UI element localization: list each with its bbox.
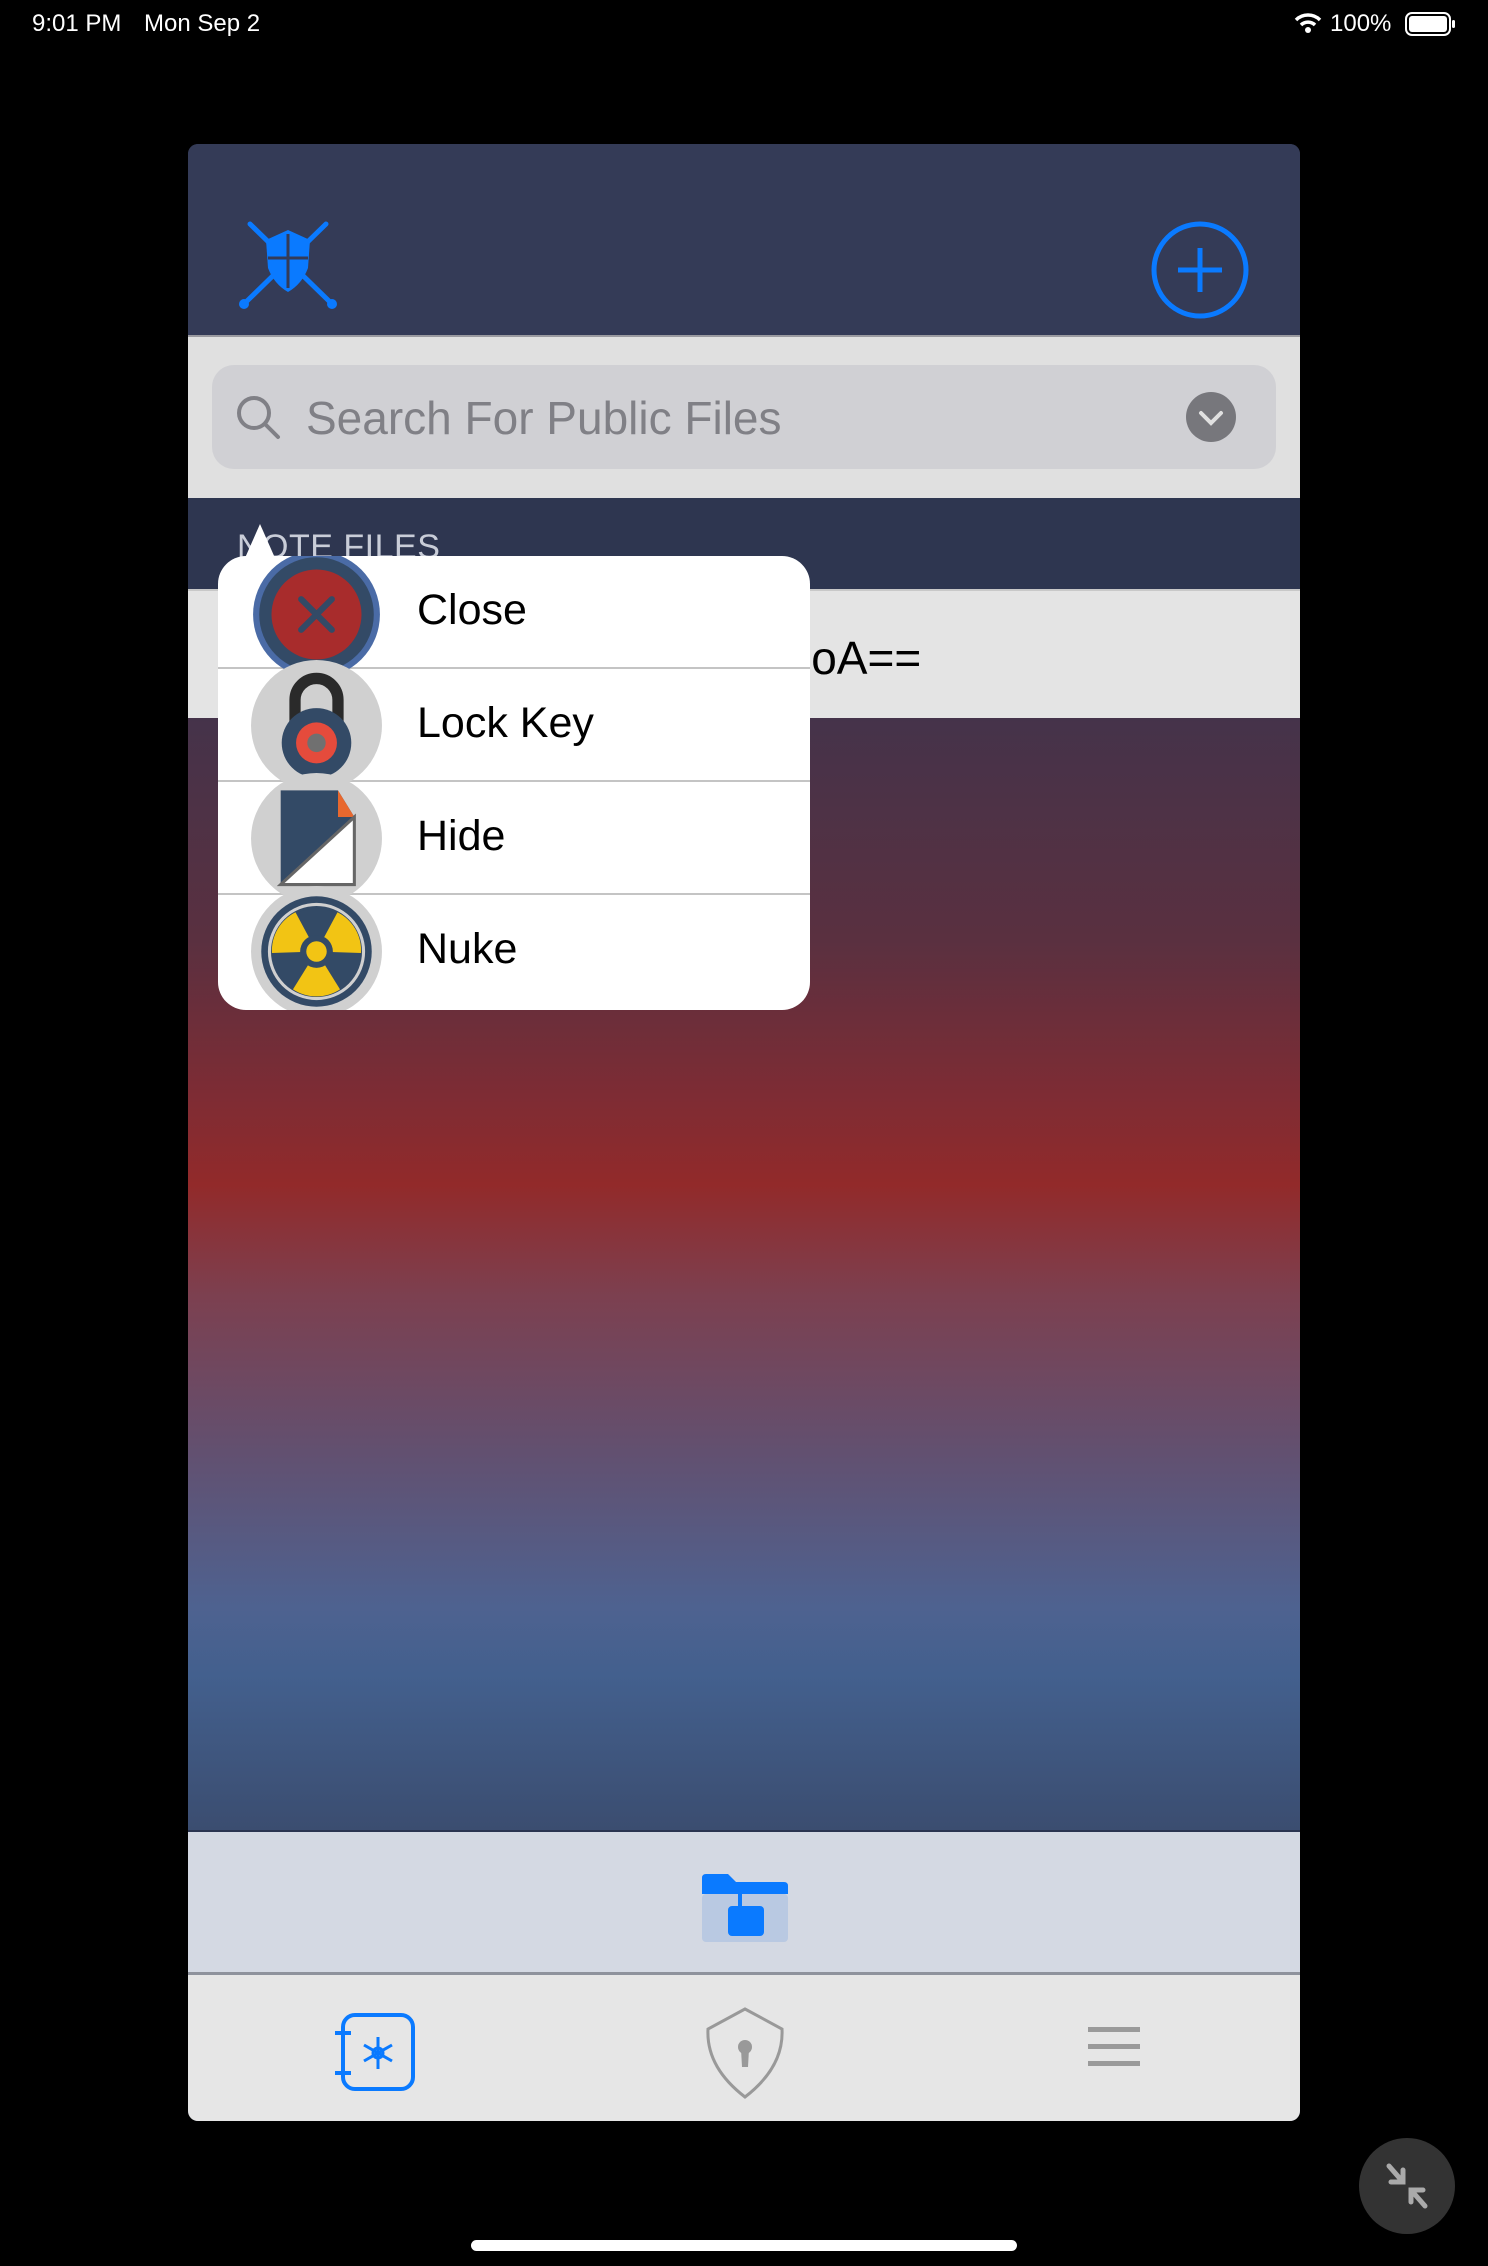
app-window: Search For Public Files NOTE FILES DoA== [188,144,1300,2121]
battery-percent: 100% [1330,10,1392,37]
menu-item-label: Hide [417,812,506,860]
menu-icon[interactable] [1086,2023,1142,2071]
wifi-icon [1294,13,1322,33]
locked-folder-icon[interactable] [700,1872,790,1944]
status-time: 9:01 PM [32,10,122,37]
menu-item-label: Close [417,586,527,634]
menu-item-hide[interactable]: Hide [218,773,810,904]
menu-item-nuke[interactable]: Nuke [218,886,810,1010]
tab-bar [188,1975,1300,2121]
search-input[interactable]: Search For Public Files [212,365,1276,469]
popup-menu: Close Lock Key Hide Nuke [218,556,810,1010]
shield-crossed-swords-icon[interactable] [238,220,338,312]
search-bar: Search For Public Files [188,335,1300,498]
chevron-down-icon[interactable] [1186,392,1236,442]
minimize-button[interactable] [1359,2138,1455,2234]
add-button[interactable] [1150,220,1250,320]
tab-shield[interactable] [700,2005,790,2101]
menu-item-label: Lock Key [417,699,594,747]
toolbar [188,1830,1300,1975]
radiation-icon [251,886,382,1010]
battery-icon [1405,12,1455,36]
header [188,144,1300,335]
menu-item-lock-key[interactable]: Lock Key [218,660,810,791]
popup-arrow [245,524,275,558]
menu-item-label: Nuke [417,925,518,973]
search-placeholder: Search For Public Files [306,392,782,444]
search-icon [237,396,280,439]
menu-item-close[interactable]: Close [218,556,810,678]
tab-vault[interactable] [331,2011,417,2093]
status-date: Mon Sep 2 [144,10,261,37]
home-indicator[interactable] [471,2240,1017,2251]
